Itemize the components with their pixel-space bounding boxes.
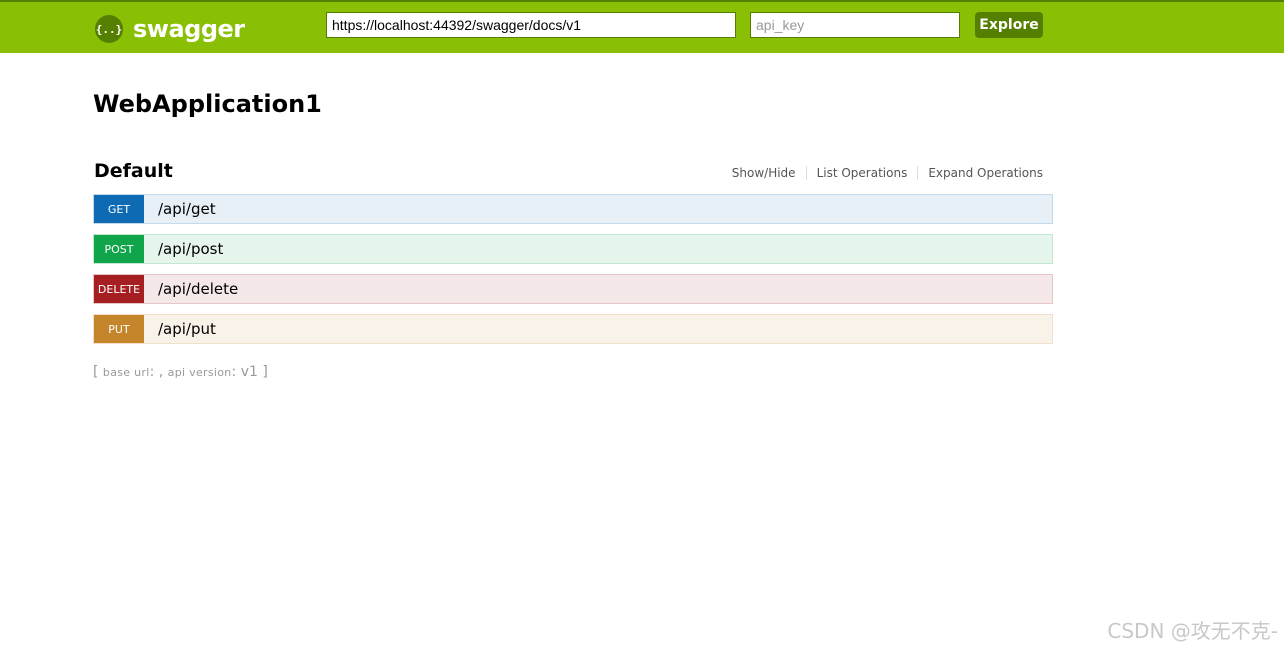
operation-path[interactable]: /api/put	[158, 320, 216, 338]
swagger-logo-icon: {..}	[95, 15, 123, 43]
swagger-logo-text: swagger	[133, 15, 245, 43]
show-hide-link[interactable]: Show/Hide	[732, 166, 806, 180]
method-badge-post[interactable]: POST	[94, 235, 144, 263]
api-version-value: v1	[240, 364, 258, 380]
operations-list: GET /api/get POST /api/post DELETE /api/…	[93, 194, 1053, 354]
resource-section-title[interactable]: Default	[94, 160, 173, 182]
operation-path[interactable]: /api/post	[158, 240, 223, 258]
operation-row[interactable]: PUT /api/put	[93, 314, 1053, 344]
api-key-input[interactable]	[750, 12, 960, 38]
method-badge-get[interactable]: GET	[94, 195, 144, 223]
section-actions: Show/Hide List Operations Expand Operati…	[732, 166, 1043, 180]
spec-url-input[interactable]	[326, 12, 736, 38]
api-info-footer: [ base url: , api version: v1 ]	[93, 364, 268, 380]
footer-open-bracket: [	[93, 364, 99, 380]
operation-path[interactable]: /api/get	[158, 200, 216, 218]
swagger-logo[interactable]: {..} swagger	[95, 15, 245, 43]
explore-button[interactable]: Explore	[975, 12, 1043, 38]
watermark: CSDN @攻无不克-	[1107, 619, 1278, 643]
api-version-label: api version	[167, 366, 232, 379]
expand-operations-link[interactable]: Expand Operations	[917, 166, 1043, 180]
list-operations-link[interactable]: List Operations	[805, 166, 918, 180]
top-header: {..} swagger Explore	[0, 0, 1284, 53]
api-version-sep: :	[231, 364, 237, 380]
base-url-sep: : ,	[149, 364, 164, 380]
operation-row[interactable]: POST /api/post	[93, 234, 1053, 264]
operation-row[interactable]: GET /api/get	[93, 194, 1053, 224]
method-badge-put[interactable]: PUT	[94, 315, 144, 343]
operation-row[interactable]: DELETE /api/delete	[93, 274, 1053, 304]
base-url-label: base url	[102, 366, 150, 379]
page-title: WebApplication1	[93, 90, 322, 118]
operation-path[interactable]: /api/delete	[158, 280, 238, 298]
footer-close-bracket: ]	[262, 364, 268, 380]
method-badge-delete[interactable]: DELETE	[94, 275, 144, 303]
